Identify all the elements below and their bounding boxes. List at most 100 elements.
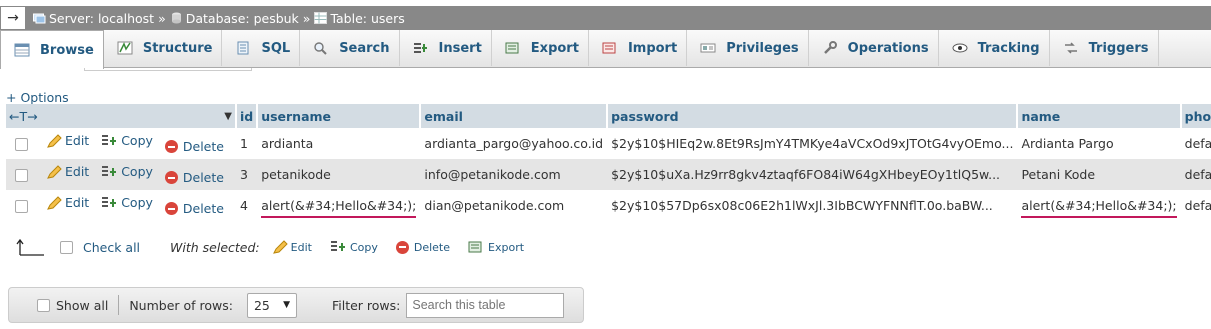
breadcrumb-database[interactable]: Database: pesbuk	[170, 11, 299, 26]
copy-icon	[102, 196, 117, 207]
rows-count-label: Number of rows:	[129, 297, 233, 313]
collapse-arrow-button[interactable]: →	[0, 6, 26, 30]
delete-row-link[interactable]: Delete	[164, 201, 224, 216]
server-icon	[33, 13, 46, 24]
rows-count-select[interactable]: 25 ▼	[246, 292, 297, 318]
delete-icon	[164, 202, 178, 215]
tab-browse[interactable]: Browse	[0, 30, 104, 69]
cell-id[interactable]: 1	[235, 128, 258, 159]
cell-username-wrapper[interactable]: alert(&#34;Hello&#34;);	[257, 190, 421, 221]
cell-photo[interactable]: default.svg	[1180, 128, 1211, 159]
row-checkbox[interactable]	[15, 168, 28, 182]
column-header-name[interactable]: name	[1017, 104, 1182, 128]
edit-row-link[interactable]: Edit	[46, 195, 89, 210]
cell-username[interactable]: petanikode	[257, 159, 421, 190]
copy-row-link[interactable]: Copy	[101, 195, 153, 210]
delete-icon	[395, 240, 409, 254]
column-header-photo[interactable]: photo	[1180, 104, 1211, 128]
insert-icon	[413, 43, 427, 53]
tab-insert[interactable]: Insert	[400, 30, 492, 66]
table-row: Edit Copy Delete 4 alert(&#34;Hello&#34;…	[6, 190, 1211, 221]
copy-row-link[interactable]: Copy	[101, 164, 153, 179]
check-all-checkbox[interactable]	[60, 240, 73, 254]
privileges-icon	[700, 43, 716, 53]
tab-operations[interactable]: Operations	[809, 30, 939, 66]
sql-icon	[237, 41, 249, 55]
cell-email[interactable]: ardianta_pargo@yahoo.co.id	[420, 128, 608, 159]
delete-row-link[interactable]: Delete	[164, 170, 224, 185]
cell-id[interactable]: 3	[235, 159, 258, 190]
show-all-checkbox[interactable]	[37, 298, 50, 312]
select-arrow-icon	[16, 238, 44, 256]
tab-bar: Browse Structure SQL Search Insert Expor…	[0, 30, 1211, 69]
tab-tracking[interactable]: Tracking	[939, 30, 1050, 66]
browse-icon	[14, 43, 30, 57]
tab-privileges[interactable]: Privileges	[687, 30, 809, 66]
search-icon	[314, 42, 327, 55]
column-header-password[interactable]: password	[607, 104, 1019, 128]
delete-row-link[interactable]: Delete	[164, 139, 224, 154]
bulk-delete-button[interactable]: Delete	[395, 240, 450, 254]
tab-import[interactable]: Import	[589, 30, 688, 66]
copy-row-link[interactable]: Copy	[101, 133, 153, 148]
row-checkbox[interactable]	[15, 137, 28, 151]
cell-password[interactable]: $2y$10$57Dp6sx08c06E2h1lWxJl.3IbBCWYFNNf…	[607, 190, 1018, 221]
sort-dropdown-icon[interactable]: ▼	[224, 111, 232, 122]
import-icon	[602, 42, 616, 54]
options-link[interactable]: + Options	[6, 90, 69, 105]
breadcrumb-server[interactable]: Server: localhost	[26, 11, 154, 26]
bulk-actions-bar: Check all With selected: Edit Copy Delet…	[16, 237, 524, 257]
bulk-edit-button[interactable]: Edit	[272, 240, 312, 254]
bulk-export-button[interactable]: Export	[468, 240, 524, 254]
breadcrumb-table[interactable]: Table: users	[314, 11, 405, 26]
check-all-link[interactable]: Check all	[83, 240, 140, 255]
cell-photo[interactable]: default.svg	[1180, 159, 1211, 190]
cell-photo[interactable]: default.svg	[1180, 190, 1211, 221]
cell-name[interactable]: Ardianta Pargo	[1017, 128, 1181, 159]
sort-arrows-header[interactable]: ←T→ ▼	[6, 104, 237, 128]
with-selected-label: With selected:	[170, 239, 260, 255]
cell-email[interactable]: info@petanikode.com	[420, 159, 608, 190]
results-table: ←T→ ▼ id username email password name ph…	[6, 104, 1211, 221]
chevron-down-icon: ▼	[283, 300, 290, 310]
nav-divider	[118, 295, 120, 315]
tab-export[interactable]: Export	[492, 30, 589, 66]
bulk-copy-button[interactable]: Copy	[330, 240, 378, 254]
triggers-icon	[1064, 42, 1077, 54]
breadcrumb: → Server: localhost » Database: pesbuk »…	[0, 6, 1211, 30]
tab-search[interactable]: Search	[300, 30, 400, 66]
tab-triggers[interactable]: Triggers	[1050, 30, 1159, 66]
cell-password[interactable]: $2y$10$uXa.Hz9rr8gkv4ztaqf6FO84iW64gXHbe…	[607, 159, 1018, 190]
column-header-username[interactable]: username	[257, 104, 422, 128]
cell-username[interactable]: ardianta	[257, 128, 421, 159]
export-icon	[505, 42, 519, 54]
row-checkbox[interactable]	[15, 199, 28, 213]
structure-icon	[117, 41, 133, 55]
cell-username: alert(&#34;Hello&#34;);	[261, 198, 417, 218]
edit-row-link[interactable]: Edit	[46, 164, 89, 179]
cell-name: alert(&#34;Hello&#34;);	[1021, 198, 1177, 218]
filter-rows-input[interactable]	[406, 292, 565, 318]
cell-name-wrapper[interactable]: alert(&#34;Hello&#34;);	[1017, 190, 1181, 221]
delete-icon	[164, 140, 178, 153]
cell-id[interactable]: 4	[235, 190, 258, 221]
table-navigation: Show all Number of rows: 25 ▼ Filter rows…	[8, 287, 584, 323]
edit-row-link[interactable]: Edit	[46, 133, 89, 148]
column-header-email[interactable]: email	[420, 104, 609, 128]
pencil-icon	[272, 240, 288, 254]
pencil-icon	[47, 164, 62, 179]
table-row: Edit Copy Delete 3 petanikode info@petan…	[6, 159, 1211, 190]
show-all-label[interactable]: Show all	[56, 298, 108, 313]
export-icon	[468, 241, 482, 253]
copy-icon	[102, 134, 117, 145]
column-move-arrows-icon: ←T→	[9, 108, 38, 124]
tab-sql[interactable]: SQL	[222, 30, 301, 66]
database-icon	[171, 12, 181, 24]
cell-password[interactable]: $2y$10$HIEq2w.8Et9RsJmY4TMKye4aVCxOd9xJT…	[607, 128, 1018, 159]
tab-underline	[84, 68, 252, 71]
cell-email[interactable]: dian@petanikode.com	[420, 190, 608, 221]
tab-structure[interactable]: Structure	[104, 30, 223, 66]
cell-name[interactable]: Petani Kode	[1017, 159, 1181, 190]
column-header-id[interactable]: id	[235, 104, 259, 128]
wrench-icon	[823, 41, 837, 54]
